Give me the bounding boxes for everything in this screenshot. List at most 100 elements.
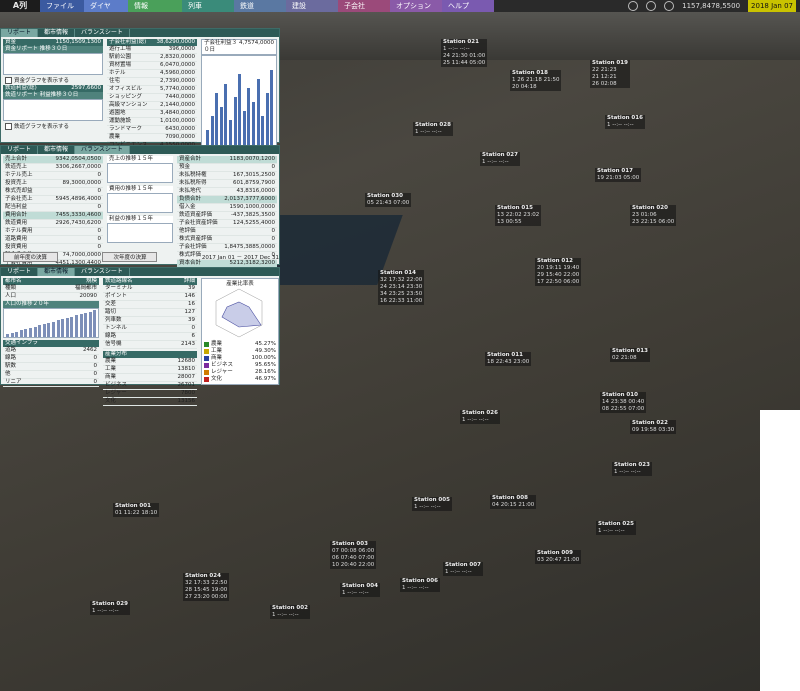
station-label[interactable]: Station 011 18 22:43 23:00: [485, 352, 532, 366]
tab-report[interactable]: リポート: [1, 29, 39, 37]
row-label: ランドマーク: [109, 126, 143, 132]
row-value: 2,1440,0000: [160, 102, 195, 108]
station-timetable-row: 08 22:55 07:00: [602, 406, 645, 412]
station-label[interactable]: Station 014 32 17:32 22:00 24 23:14 23:30 3…: [378, 270, 425, 305]
graph-bar: [61, 319, 65, 337]
station-label[interactable]: Station 005 1 --:-- --:--: [412, 497, 452, 511]
legend-item: 農業 45.27%: [202, 341, 278, 348]
menu-5[interactable]: 建設: [286, 0, 338, 12]
station-label[interactable]: Station 024 32 17:33 22:50 28 15:45 19:00 2…: [183, 573, 230, 601]
table-row: 他評価 0: [177, 228, 277, 236]
station-name: Station 002: [272, 605, 308, 611]
station-label[interactable]: Station 017 19 21:03 05:00: [595, 168, 642, 182]
row-label: 鉄道売上: [5, 164, 28, 170]
station-label[interactable]: Station 006 1 --:-- --:--: [400, 578, 440, 592]
station-label[interactable]: Station 030 05 21:43 07:00: [365, 193, 412, 207]
station-label[interactable]: Station 029 1 --:-- --:--: [90, 601, 130, 615]
row-label: レジャー: [105, 390, 127, 396]
tab-city[interactable]: 都市情報: [38, 29, 76, 37]
station-name: Station 005: [414, 497, 450, 503]
prev-year-button[interactable]: 前年度の決算: [3, 252, 59, 262]
station-label[interactable]: Station 016 1 --:-- --:--: [605, 115, 645, 129]
tab-balance[interactable]: バランスシート: [75, 268, 130, 276]
graph-bar: [42, 324, 46, 337]
row-label: 種類: [5, 285, 17, 291]
show-fund-graph-checkbox[interactable]: 資金グラフを表示する: [3, 75, 103, 85]
station-label[interactable]: Station 026 1 --:-- --:--: [460, 410, 500, 424]
row-label: 株式売却益: [5, 188, 33, 194]
row-label: 交差: [105, 301, 117, 307]
money-display: 1157,8478,5500: [682, 2, 741, 10]
station-label[interactable]: Station 007 1 --:-- --:--: [443, 562, 483, 576]
station-label[interactable]: Station 002 1 --:-- --:--: [270, 605, 310, 619]
station-name: Station 018: [512, 70, 548, 76]
station-label[interactable]: Station 004 1 --:-- --:--: [340, 583, 380, 597]
station-label[interactable]: Station 019 22 21:23 21 12:21 26 02:08: [590, 60, 630, 88]
row-value: 89,3000,0000: [62, 180, 102, 186]
menu-2[interactable]: 情報: [128, 0, 182, 12]
chart3-title: 利益の推移１５年: [107, 216, 173, 223]
legend-pct: 95.65%: [255, 362, 276, 368]
table-row: 種類 福岡都市: [3, 285, 99, 293]
station-name: Station 021: [443, 39, 479, 45]
pause-icon[interactable]: [646, 1, 657, 11]
show-rail-graph-checkbox[interactable]: 鉄道グラフを表示する: [3, 121, 103, 131]
graph-bar: [84, 312, 88, 337]
station-label[interactable]: Station 028 1 --:-- --:--: [413, 122, 453, 136]
camera-icon[interactable]: [664, 1, 675, 11]
tab-city[interactable]: 都市情報: [38, 146, 76, 154]
row-value: 5,7740,0000: [160, 86, 195, 92]
station-label[interactable]: Station 023 1 --:-- --:--: [612, 462, 652, 476]
menu-0[interactable]: ファイル: [40, 0, 84, 12]
station-name: Station 004: [342, 583, 378, 589]
table-row: 道路 2462: [3, 347, 99, 355]
station-timetable-row: 05 21:43 07:00: [367, 200, 410, 206]
menu-1[interactable]: ダイヤ: [84, 0, 128, 12]
city-head-label: 都市名: [5, 278, 22, 284]
station-timetable-row: 13 22:02 23:02: [497, 212, 540, 218]
table-row: 費用合計 7455,3330,4600: [3, 212, 103, 220]
tab-report[interactable]: リポート: [1, 146, 39, 154]
tab-balance[interactable]: バランスシート: [75, 146, 130, 154]
station-name: Station 011: [487, 352, 523, 358]
next-year-button[interactable]: 次年度の決算: [102, 252, 158, 262]
city-rows: 種類 福岡都市 人口 20090: [3, 285, 99, 301]
menu-7[interactable]: オプション: [390, 0, 442, 12]
table-row: 売上合計 9342,0504,0500: [3, 156, 103, 164]
tab-city[interactable]: 都市情報: [38, 268, 76, 276]
station-label[interactable]: Station 021 1 --:-- --:-- 24 21:30 01:00 25…: [441, 39, 488, 67]
legend-pct: 45.27%: [255, 341, 276, 347]
rail-head: 鉄道路線名 詳細: [103, 278, 197, 285]
speed-icon[interactable]: [628, 1, 639, 11]
menu-3[interactable]: 列車: [182, 0, 234, 12]
graph-bar: [88, 311, 92, 337]
row-label: 遊行工場: [109, 46, 132, 52]
station-label[interactable]: Station 003 07 00:08 06:00 06 07:40 07:00 1…: [330, 541, 377, 569]
row-label: 鉄道資産評価: [179, 212, 213, 218]
tab-report[interactable]: リポート: [1, 268, 39, 276]
population-graph: [3, 308, 99, 338]
station-label[interactable]: Station 008 04 20:15 21:00: [490, 495, 537, 509]
station-label[interactable]: Station 012 20 19:11 19:40 29 15:40 22:00 1…: [535, 258, 582, 286]
station-label[interactable]: Station 001 01 11:22 18:10: [113, 503, 160, 517]
graph-bar: [265, 92, 269, 148]
legend-item: 商業 100.00%: [202, 355, 278, 362]
row-value: 0: [271, 236, 276, 242]
menu-6[interactable]: 子会社: [338, 0, 390, 12]
menu-4[interactable]: 鉄道: [234, 0, 286, 12]
logo: A列: [0, 0, 40, 12]
table-row: 子会社資産評価 124,5255,4000: [177, 220, 277, 228]
station-label[interactable]: Station 018 1 26 21:18 21:50 20 04:18: [510, 70, 562, 91]
menu-8[interactable]: ヘルプ: [442, 0, 494, 12]
station-label[interactable]: Station 009 03 20:47 21:00: [535, 550, 582, 564]
station-label[interactable]: Station 025 1 --:-- --:--: [596, 521, 636, 535]
row-value: 5945,4896,4000: [55, 196, 102, 202]
station-label[interactable]: Station 015 13 22:02 23:02 13 00:55: [495, 205, 542, 226]
tab-balance[interactable]: バランスシート: [75, 29, 130, 37]
station-label[interactable]: Station 010 14 23:38 00:40 08 22:55 07:00: [600, 392, 647, 413]
station-label[interactable]: Station 013 02 21:08: [610, 348, 650, 362]
row-value: 0: [93, 379, 98, 385]
station-label[interactable]: Station 020 23 01:06 23 22:15 06:00: [630, 205, 677, 226]
station-label[interactable]: Station 027 1 --:-- --:--: [480, 152, 520, 166]
station-label[interactable]: Station 022 09 19:58 03:30: [630, 420, 677, 434]
